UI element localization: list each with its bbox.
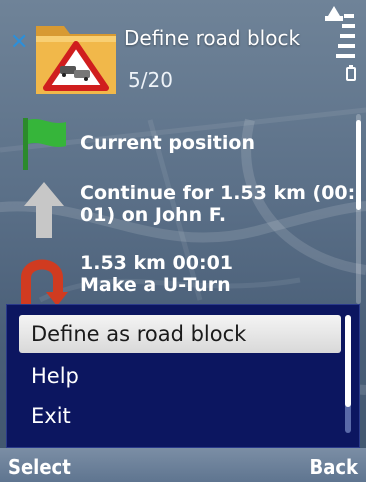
menu-item-label: Exit	[31, 404, 71, 428]
route-step-current[interactable]: Current position	[80, 132, 255, 154]
up-arrow-icon	[24, 182, 64, 238]
green-flag-icon	[23, 118, 66, 170]
options-menu: Define as road block Help Exit	[6, 304, 360, 448]
road-block-folder-icon	[36, 26, 116, 94]
route-step-line2: 01) on John F.	[80, 204, 227, 226]
menu-item-label: Define as road block	[31, 322, 247, 346]
menu-scrollbar-thumb[interactable]	[345, 315, 351, 407]
page-title: Define road block	[124, 26, 301, 50]
menu-item-help[interactable]: Help	[19, 357, 341, 395]
route-step-line2: Make a U-Turn	[80, 274, 231, 296]
route-step-continue[interactable]: Continue for 1.53 km (00: 01) on John F.	[80, 182, 355, 226]
u-turn-icon	[21, 259, 68, 306]
route-step-text: Current position	[80, 132, 255, 154]
select-softkey[interactable]: Select	[8, 455, 71, 479]
item-counter: 5/20	[128, 68, 173, 92]
route-step-uturn[interactable]: 1.53 km 00:01 Make a U-Turn	[80, 252, 233, 296]
close-x-icon[interactable]: ✕	[10, 30, 28, 55]
menu-item-label: Help	[31, 364, 79, 388]
menu-item-define-road-block[interactable]: Define as road block	[19, 315, 341, 353]
back-softkey[interactable]: Back	[310, 455, 358, 479]
menu-item-exit[interactable]: Exit	[19, 397, 341, 435]
route-step-line1: Continue for 1.53 km (00:	[80, 182, 356, 204]
screen: ✕ Define road block 5/20 Current positio…	[0, 0, 366, 482]
list-scrollbar-thumb[interactable]	[356, 120, 361, 210]
signal-strength-icon	[325, 6, 356, 81]
route-step-line1: 1.53 km 00:01	[80, 252, 234, 274]
